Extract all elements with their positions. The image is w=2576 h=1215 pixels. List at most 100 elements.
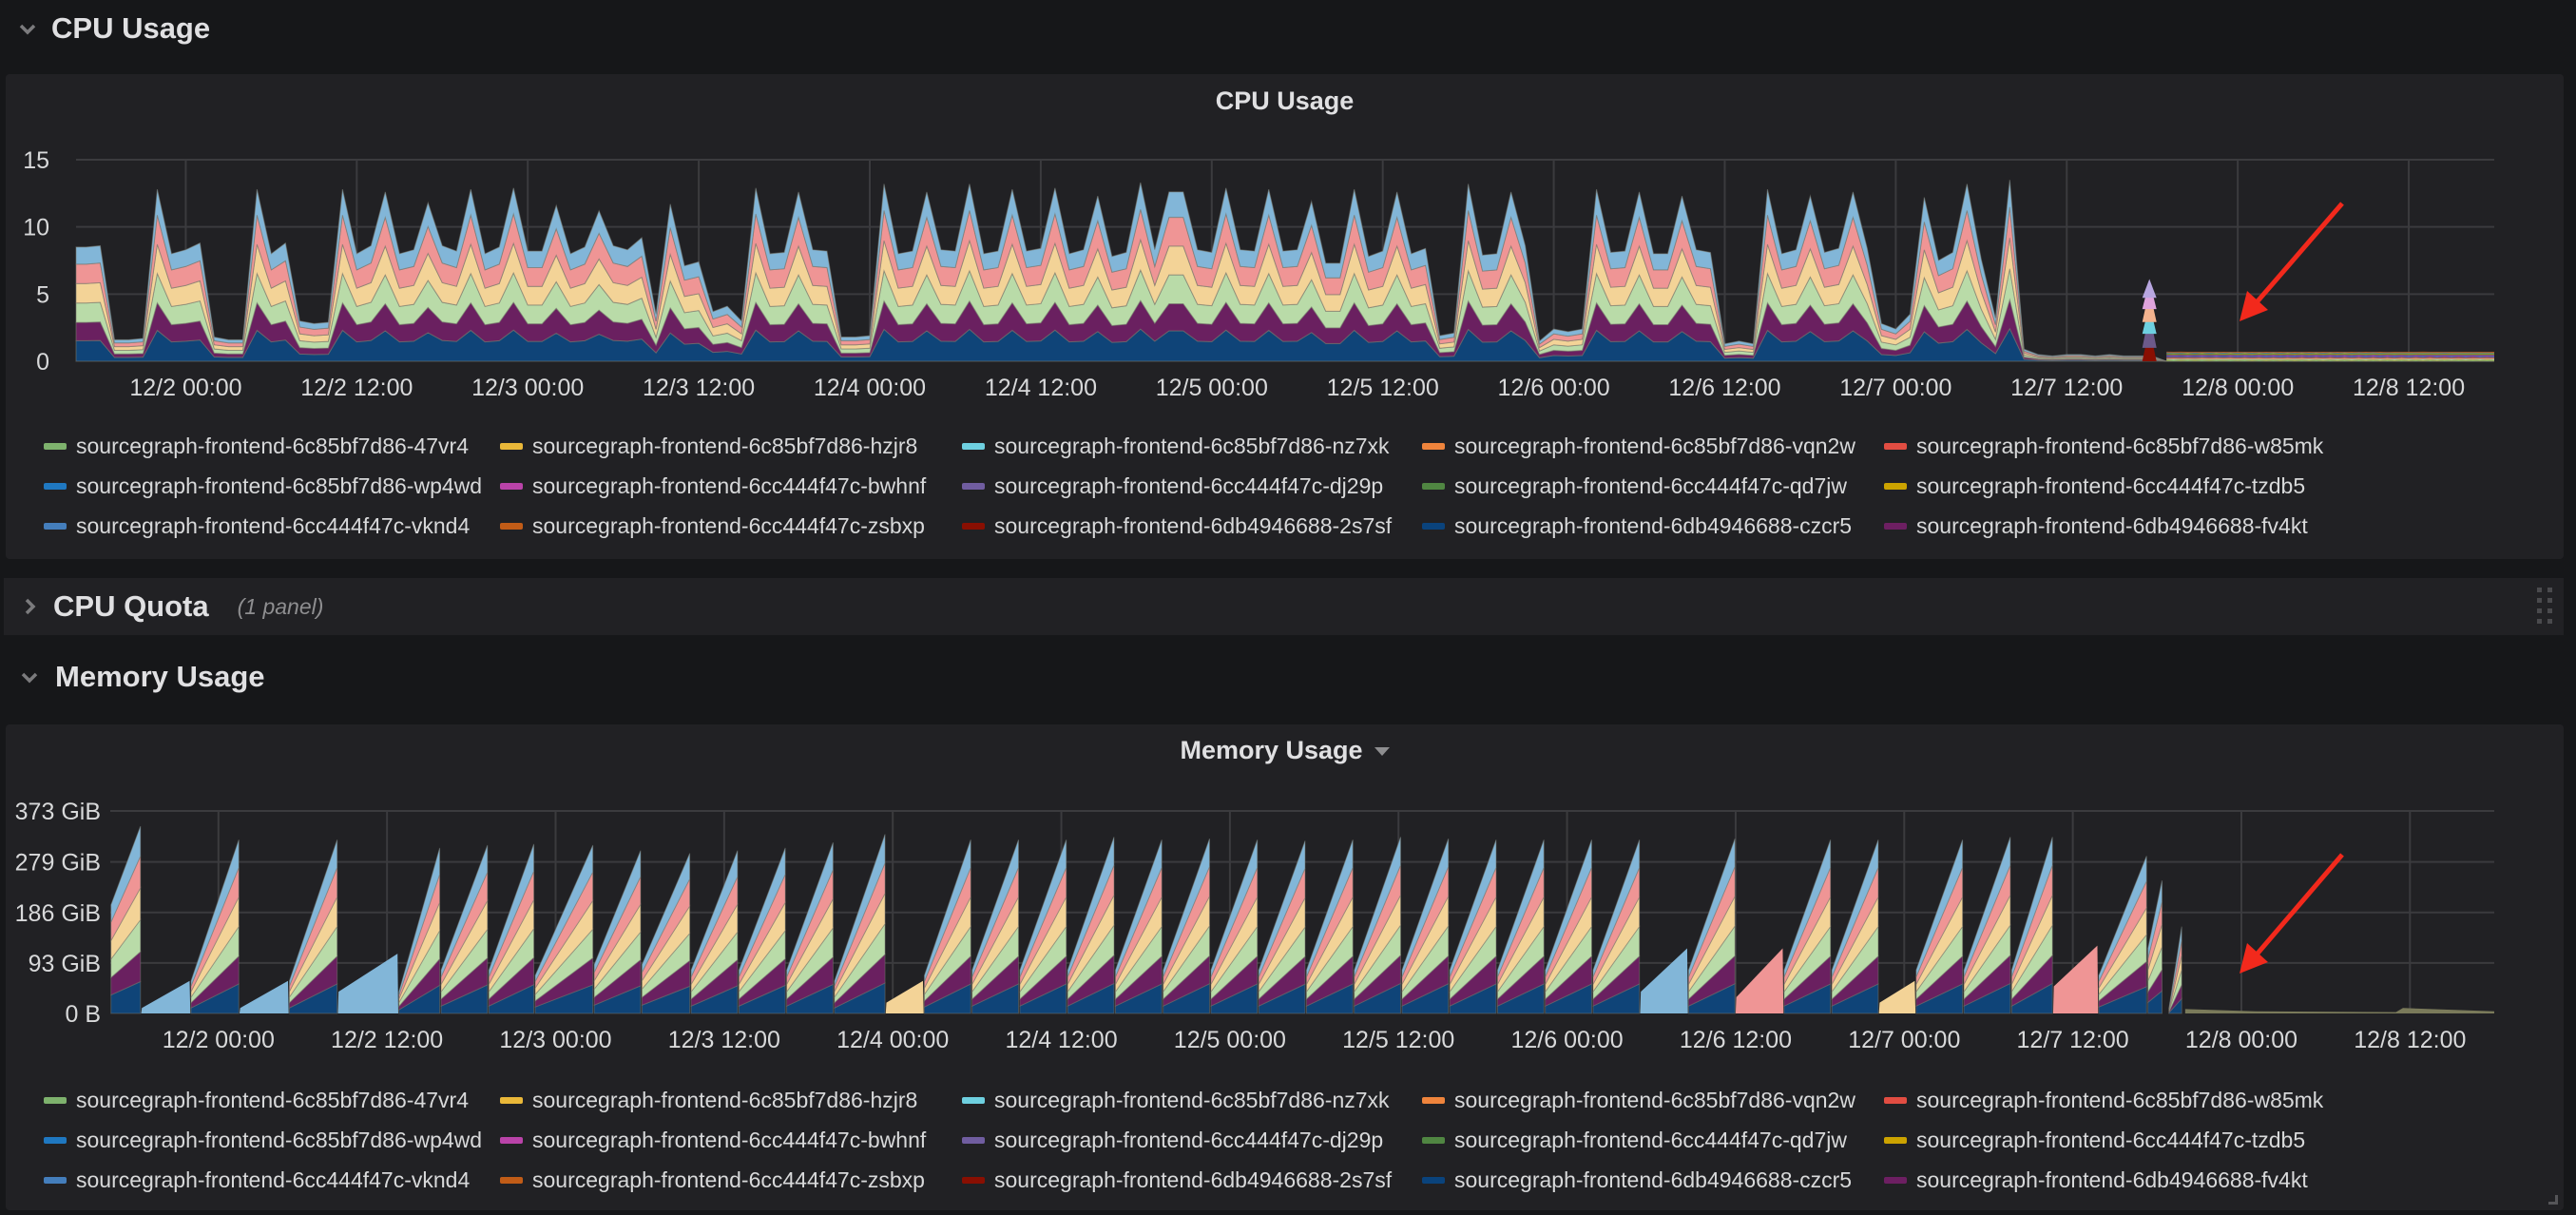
series-area-sourcegraph-frontend-6c85bf7d86-vqn2w[interactable] [2166, 357, 2494, 359]
legend-label[interactable]: sourcegraph-frontend-6c85bf7d86-hzjr8 [532, 434, 917, 459]
memory-usage-panel: Memory Usage 0 B 93 GiB 186 GiB 279 GiB 373 … [6, 724, 2564, 1210]
legend-item[interactable]: sourcegraph-frontend-6cc444f47c-zsbxp [500, 1167, 925, 1193]
legend-swatch [44, 1097, 67, 1104]
legend-label[interactable]: sourcegraph-frontend-6c85bf7d86-nz7xk [994, 434, 1390, 459]
legend-label[interactable]: sourcegraph-frontend-6cc444f47c-qd7jw [1454, 1128, 1847, 1153]
legend-item[interactable]: sourcegraph-frontend-6c85bf7d86-w85mk [1884, 434, 2323, 459]
legend-label[interactable]: sourcegraph-frontend-6c85bf7d86-hzjr8 [532, 1088, 917, 1113]
legend-item[interactable]: sourcegraph-frontend-6cc444f47c-bwhnf [500, 1128, 926, 1153]
legend-item[interactable]: sourcegraph-frontend-6cc444f47c-zsbxp [500, 513, 925, 539]
legend-swatch [1422, 1097, 1445, 1104]
legend-item[interactable]: sourcegraph-frontend-6db4946688-2s7sf [962, 1167, 1392, 1193]
legend-label[interactable]: sourcegraph-frontend-6db4946688-fv4kt [1916, 513, 2308, 539]
legend-item[interactable]: sourcegraph-frontend-6c85bf7d86-w85mk [1884, 1088, 2323, 1113]
resize-handle-icon[interactable] [2548, 1195, 2560, 1206]
legend-item[interactable]: sourcegraph-frontend-6c85bf7d86-hzjr8 [500, 1088, 917, 1113]
spike-area [2142, 279, 2157, 299]
legend-label[interactable]: sourcegraph-frontend-6cc444f47c-tzdb5 [1916, 473, 2305, 499]
legend-item[interactable]: sourcegraph-frontend-6c85bf7d86-vqn2w [1422, 1088, 1855, 1113]
legend-item[interactable]: sourcegraph-frontend-6cc444f47c-qd7jw [1422, 1128, 1847, 1153]
legend-label[interactable]: sourcegraph-frontend-6c85bf7d86-vqn2w [1454, 1088, 1855, 1113]
legend-item[interactable]: sourcegraph-frontend-6db4946688-czcr5 [1422, 513, 1852, 539]
series-area-sourcegraph-frontend-6c85bf7d86-hzjr8[interactable] [1878, 980, 1916, 1013]
legend-label[interactable]: sourcegraph-frontend-6c85bf7d86-wp4wd [76, 1128, 482, 1153]
legend-item[interactable]: sourcegraph-frontend-6c85bf7d86-hzjr8 [500, 434, 917, 459]
legend-label[interactable]: sourcegraph-frontend-6db4946688-2s7sf [994, 513, 1392, 539]
legend-label[interactable]: sourcegraph-frontend-6cc444f47c-vknd4 [76, 1167, 470, 1193]
cpu-usage-panel: CPU Usage 0 5 10 15 12/2 00:00 12/2 12:00 12/3… [6, 74, 2564, 559]
series-area-sourcegraph-frontend-6c85bf7d86-47vr4[interactable] [2166, 360, 2494, 361]
row-panel-count: (1 panel) [237, 593, 324, 619]
series-area-sourcegraph-frontend-6cc444f47c-vknd4[interactable] [1640, 948, 1688, 1013]
legend-label[interactable]: sourcegraph-frontend-6cc444f47c-tzdb5 [1916, 1128, 2305, 1153]
legend-swatch [44, 523, 67, 530]
row-title: CPU Usage [51, 11, 211, 45]
legend-item[interactable]: sourcegraph-frontend-6c85bf7d86-wp4wd [44, 473, 482, 499]
legend-swatch [962, 443, 985, 450]
legend-label[interactable]: sourcegraph-frontend-6cc444f47c-dj29p [994, 1128, 1383, 1153]
legend-item[interactable]: sourcegraph-frontend-6c85bf7d86-47vr4 [44, 1088, 469, 1113]
legend-label[interactable]: sourcegraph-frontend-6c85bf7d86-47vr4 [76, 1088, 469, 1113]
legend-item[interactable]: sourcegraph-frontend-6c85bf7d86-vqn2w [1422, 434, 1855, 459]
legend-swatch [1884, 523, 1907, 530]
y-tick-label: 0 B [65, 1001, 101, 1028]
chevron-down-icon[interactable] [19, 666, 40, 687]
x-tick-label: 12/7 12:00 [2017, 1027, 2129, 1053]
legend-item[interactable]: sourcegraph-frontend-6db4946688-czcr5 [1422, 1167, 1852, 1193]
drag-handle-icon[interactable] [2537, 588, 2554, 624]
x-tick-label: 12/5 00:00 [1174, 1027, 1286, 1053]
legend-item[interactable]: sourcegraph-frontend-6c85bf7d86-wp4wd [44, 1128, 482, 1153]
series-area-sourcegraph-frontend-6c85bf7d86-w85mk[interactable] [2052, 945, 2099, 1013]
series-area-sourcegraph-frontend-6c85bf7d86-w85mk[interactable] [1735, 948, 1784, 1013]
legend-label[interactable]: sourcegraph-frontend-6db4946688-2s7sf [994, 1167, 1392, 1193]
legend-item[interactable]: sourcegraph-frontend-6cc444f47c-vknd4 [44, 513, 470, 539]
legend-label[interactable]: sourcegraph-frontend-6c85bf7d86-wp4wd [76, 473, 482, 499]
legend-item[interactable]: sourcegraph-frontend-6cc444f47c-dj29p [962, 1128, 1383, 1153]
legend-label[interactable]: sourcegraph-frontend-6c85bf7d86-w85mk [1916, 1088, 2323, 1113]
legend-swatch [1422, 483, 1445, 490]
legend-item[interactable]: sourcegraph-frontend-6db4946688-fv4kt [1884, 513, 2308, 539]
x-tick-label: 12/6 00:00 [1510, 1027, 1623, 1053]
legend-label[interactable]: sourcegraph-frontend-6db4946688-fv4kt [1916, 1167, 2308, 1193]
annotation-arrow-shaft [2255, 202, 2344, 304]
series-area-sourcegraph-frontend-6cc444f47c-vknd4[interactable] [141, 980, 191, 1013]
legend-label[interactable]: sourcegraph-frontend-6cc444f47c-dj29p [994, 473, 1383, 499]
legend-label[interactable]: sourcegraph-frontend-6c85bf7d86-w85mk [1916, 434, 2323, 459]
memory-usage-chart[interactable]: 0 B 93 GiB 186 GiB 279 GiB 373 GiB 12/2 00:00… [6, 724, 2564, 1067]
legend-item[interactable]: sourcegraph-frontend-6c85bf7d86-47vr4 [44, 434, 469, 459]
legend-label[interactable]: sourcegraph-frontend-6cc444f47c-bwhnf [532, 473, 926, 499]
legend-item[interactable]: sourcegraph-frontend-6c85bf7d86-nz7xk [962, 1088, 1390, 1113]
x-tick-label: 12/3 12:00 [668, 1027, 780, 1053]
chevron-down-icon[interactable] [17, 18, 38, 39]
legend-item[interactable]: sourcegraph-frontend-6db4946688-fv4kt [1884, 1167, 2308, 1193]
row-header-memory-usage[interactable]: Memory Usage [0, 656, 2576, 698]
y-tick-label: 0 [36, 349, 49, 376]
legend-label[interactable]: sourcegraph-frontend-6db4946688-czcr5 [1454, 513, 1852, 539]
legend-swatch [1422, 443, 1445, 450]
legend-label[interactable]: sourcegraph-frontend-6c85bf7d86-47vr4 [76, 434, 469, 459]
legend-swatch [962, 1177, 985, 1184]
legend-item[interactable]: sourcegraph-frontend-6cc444f47c-vknd4 [44, 1167, 470, 1193]
legend-item[interactable]: sourcegraph-frontend-6cc444f47c-qd7jw [1422, 473, 1847, 499]
legend-label[interactable]: sourcegraph-frontend-6cc444f47c-zsbxp [532, 1167, 925, 1193]
legend-label[interactable]: sourcegraph-frontend-6db4946688-czcr5 [1454, 1167, 1852, 1193]
legend-label[interactable]: sourcegraph-frontend-6cc444f47c-qd7jw [1454, 473, 1847, 499]
row-header-cpu-quota[interactable]: CPU Quota (1 panel) [4, 578, 2564, 635]
legend-label[interactable]: sourcegraph-frontend-6cc444f47c-bwhnf [532, 1128, 926, 1153]
legend-item[interactable]: sourcegraph-frontend-6cc444f47c-bwhnf [500, 473, 926, 499]
legend-item[interactable]: sourcegraph-frontend-6cc444f47c-tzdb5 [1884, 473, 2305, 499]
legend-item[interactable]: sourcegraph-frontend-6c85bf7d86-nz7xk [962, 434, 1390, 459]
legend-label[interactable]: sourcegraph-frontend-6cc444f47c-zsbxp [532, 513, 925, 539]
series-area-sourcegraph-frontend-6cc444f47c-vknd4[interactable] [239, 980, 289, 1013]
cpu-usage-chart[interactable]: 0 5 10 15 12/2 00:00 12/2 12:00 12/3 00:00 12/3… [6, 74, 2564, 416]
legend-label[interactable]: sourcegraph-frontend-6c85bf7d86-vqn2w [1454, 434, 1855, 459]
series-area-sourcegraph-frontend-6c85bf7d86-hzjr8[interactable] [885, 980, 924, 1013]
legend-label[interactable]: sourcegraph-frontend-6c85bf7d86-nz7xk [994, 1088, 1390, 1113]
legend-label[interactable]: sourcegraph-frontend-6cc444f47c-vknd4 [76, 513, 470, 539]
row-header-cpu-usage[interactable]: CPU Usage [0, 8, 2576, 49]
legend-item[interactable]: sourcegraph-frontend-6db4946688-2s7sf [962, 513, 1392, 539]
chevron-right-icon[interactable] [19, 596, 40, 617]
legend-item[interactable]: sourcegraph-frontend-6cc444f47c-tzdb5 [1884, 1128, 2305, 1153]
legend-item[interactable]: sourcegraph-frontend-6cc444f47c-dj29p [962, 473, 1383, 499]
x-tick-label: 12/4 12:00 [1005, 1027, 1117, 1053]
